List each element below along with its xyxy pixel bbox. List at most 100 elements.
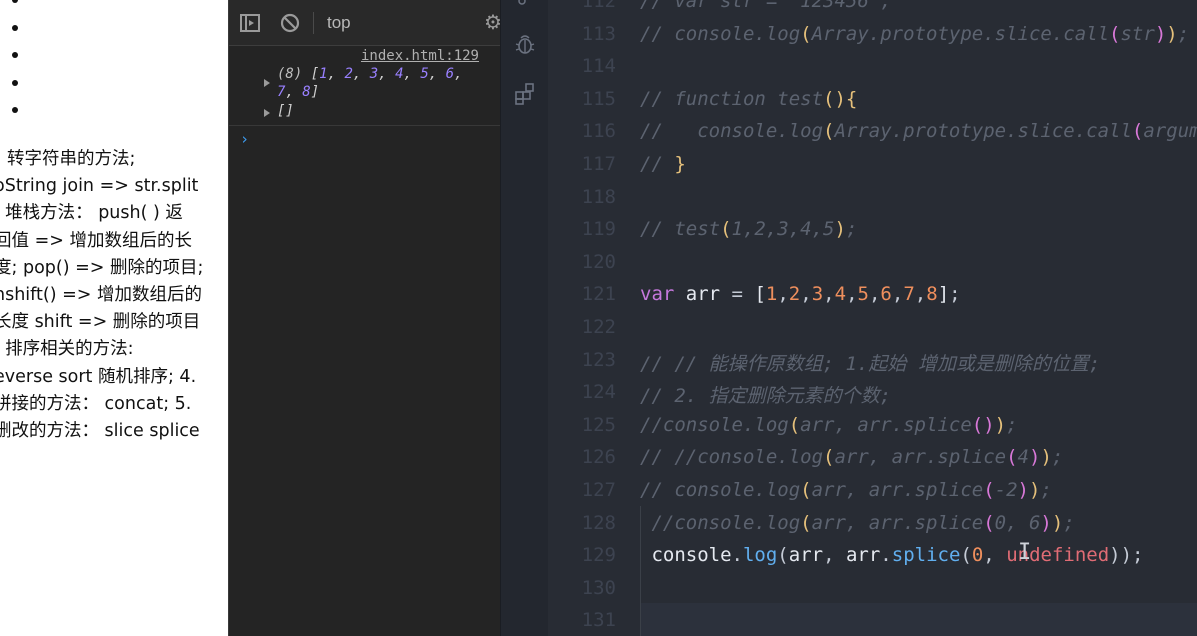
code-line[interactable]: // } (640, 153, 686, 175)
line-number: 116 (581, 120, 616, 143)
code-line[interactable]: // console.log(Array.prototype.slice.cal… (640, 120, 1197, 142)
code-token: ( (800, 22, 812, 45)
source-link[interactable]: index.html:129 (361, 48, 479, 64)
expand-caret-icon[interactable] (264, 79, 270, 87)
array-value: 3 (369, 66, 379, 82)
note-line: 拼接的方法： concat; 5. (0, 393, 192, 414)
code-token: ; (949, 283, 961, 306)
code-token: // console.log (640, 479, 801, 501)
code-line[interactable]: console.log(arr, arr.splice(0, undefined… (640, 544, 1143, 566)
code-token: ) (834, 218, 846, 241)
code-token: , (823, 283, 835, 306)
bullet-icon (12, 107, 18, 113)
note-line: 度; pop() => 删除的项目; (0, 257, 204, 278)
line-number: 124 (581, 381, 616, 404)
code-token: . (731, 544, 743, 567)
line-number: 129 (581, 544, 616, 567)
code-token: ) (1017, 479, 1029, 501)
line-number: 130 (581, 576, 616, 599)
code-token: // var str = '123456'; (640, 0, 892, 12)
code-token: ; (1006, 413, 1018, 436)
sidebar-toggle-icon[interactable] (239, 12, 261, 34)
code-token: ) (1051, 511, 1064, 534)
code-line[interactable]: // console.log(Array.prototype.slice.cal… (640, 23, 1189, 45)
line-number: 112 (581, 0, 616, 12)
code-line[interactable]: //console.log(arr, arr.splice(0, 6)); (640, 511, 1075, 534)
code-token: 7 (903, 283, 915, 306)
expand-caret-icon[interactable] (264, 109, 270, 117)
extensions-icon[interactable] (513, 82, 537, 106)
code-line[interactable]: // console.log(arr, arr.splice(-2)); (640, 479, 1052, 501)
array-value: 8 (302, 84, 311, 100)
code-token: 0 (971, 544, 984, 567)
array-values-line2: 7, 8 (277, 84, 311, 100)
code-token: ) (1029, 479, 1041, 501)
code-token: // //console.log (640, 446, 824, 469)
bullet-icon (12, 24, 18, 31)
code-token: ( (1006, 446, 1018, 469)
code-token: , (823, 544, 846, 567)
debug-icon[interactable] (513, 32, 537, 56)
context-selector[interactable]: top (327, 13, 351, 33)
code-token: // console.log (640, 22, 801, 45)
code-token: , (891, 283, 904, 306)
clear-console-icon[interactable] (279, 12, 301, 34)
note-line: 转字符串的方法; (7, 149, 136, 169)
code-line[interactable]: var arr = [1,2,3,4,5,6,7,8]; (640, 283, 961, 305)
note-line: oString join => str.split (0, 176, 199, 197)
code-token: ; (1177, 22, 1190, 45)
code-token: ) (1154, 22, 1167, 45)
code-token: var (640, 283, 675, 306)
code-token: 2 (788, 283, 801, 306)
code-token: Array.prototype.slice.call (811, 22, 1110, 45)
code-token: arr (845, 544, 881, 567)
console-prompt[interactable]: › (240, 130, 249, 148)
code-line[interactable]: // 2. 指定删除元素的个数; (640, 381, 891, 408)
activity-bar (500, 0, 548, 636)
bullet-icon (12, 52, 18, 58)
code-token: ; (1063, 511, 1075, 534)
code-line[interactable]: // test(1,2,3,4,5); (640, 218, 857, 240)
code-token: ( (960, 544, 972, 567)
code-editor[interactable]: 112 113 114 115 116 117 118 119 120 121 122 123 124 1… (548, 0, 1197, 636)
code-token: 5 (857, 283, 869, 306)
code-line[interactable]: // var str = '123456'; (640, 0, 892, 12)
code-token: , (800, 283, 812, 306)
code-token: } (674, 153, 686, 175)
note-line: . 堆栈方法： push( ) 返 (0, 203, 183, 224)
code-token: , (983, 544, 1007, 567)
code-token: () (971, 413, 995, 436)
line-number: 127 (581, 479, 616, 501)
code-token: ( (788, 413, 801, 436)
code-token: // console.log (640, 120, 824, 143)
code-token: () (823, 87, 846, 110)
line-number: 123 (581, 348, 616, 371)
code-token: ) (994, 413, 1007, 436)
note-line: everse sort 随机排序; 4. (0, 366, 197, 387)
code-token: Array.prototype.slice.call (834, 120, 1132, 143)
code-token: { (845, 87, 858, 110)
log-entry-array[interactable]: (8) [1, 2, 3, 4, 5, 6, (277, 66, 463, 82)
code-token: ) (1028, 446, 1041, 469)
code-token: 1 (765, 283, 778, 306)
code-token: arr, arr.splice (811, 511, 984, 534)
log-entry-empty-array[interactable]: [] (277, 103, 294, 119)
code-token: [ (754, 283, 766, 306)
array-value: 1 (319, 66, 328, 82)
line-number: 126 (581, 446, 616, 469)
code-line[interactable]: // function test(){ (640, 88, 857, 110)
array-value: 6 (445, 66, 455, 82)
code-token: // (640, 153, 675, 175)
code-token: arr, arr.splice (834, 446, 1007, 469)
code-token: log (742, 544, 778, 567)
code-line[interactable]: // //console.log(arr, arr.splice(4)); (640, 446, 1063, 468)
code-token: 6 (880, 283, 892, 306)
code-token: arr (674, 283, 732, 306)
code-token: ; (1051, 446, 1064, 469)
code-token: 1,2,3,4,5 (731, 218, 835, 241)
code-token: ( (800, 511, 812, 534)
code-token: splice (891, 544, 961, 567)
code-line[interactable]: // // 能操作原数组; 1.起始 增加或是删除的位置; (640, 349, 1100, 376)
current-line-highlight (640, 603, 1197, 636)
code-line[interactable]: //console.log(arr, arr.splice()); (640, 414, 1018, 436)
